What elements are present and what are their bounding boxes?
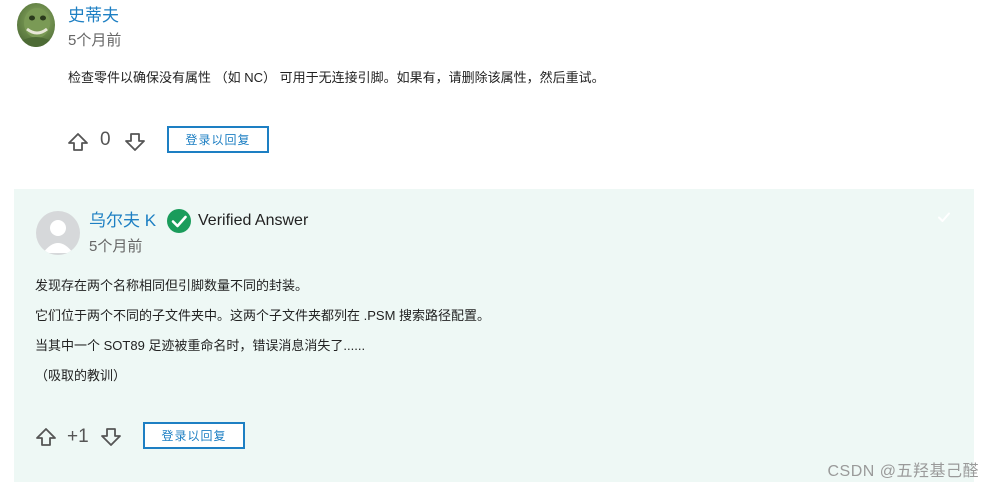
comment-body: 检查零件以确保没有属性 （如 NC） 可用于无连接引脚。如果有，请删除该属性，然… [68,70,605,85]
upvote-button[interactable] [34,425,58,449]
answer-line: （吸取的教训） [35,368,127,383]
comment-post-steve: 史蒂夫 5个月前 检查零件以确保没有属性 （如 NC） 可用于无连接引脚。如果有… [0,0,983,178]
downvote-arrow-icon [101,428,121,446]
avatar[interactable] [17,3,55,47]
upvote-button[interactable] [66,130,90,154]
verified-answer-post: 乌尔夫 K Verified Answer 5个月前 发现存在两个名称相同但引脚… [14,189,974,482]
post-time: 5个月前 [68,32,122,49]
post-time: 5个月前 [89,238,143,255]
answer-line: 当其中一个 SOT89 足迹被重命名时，错误消息消失了...... [35,338,366,353]
login-to-reply-button[interactable]: 登录以回复 [143,422,245,449]
vote-count: 0 [100,129,111,150]
author-name[interactable]: 乌尔夫 K [89,210,156,232]
author-name[interactable]: 史蒂夫 [68,5,119,27]
vote-count: +1 [67,426,89,447]
verified-answer-label: Verified Answer [198,212,309,229]
avatar[interactable] [36,211,80,255]
corner-check-icon[interactable] [936,209,952,225]
upvote-arrow-icon [68,133,88,151]
watermark: CSDN @五羟基己醛 [827,463,979,480]
upvote-arrow-icon [36,428,56,446]
default-avatar-icon [43,220,73,253]
verified-check-icon [167,209,191,233]
downvote-button[interactable] [99,425,123,449]
answer-line: 它们位于两个不同的子文件夹中。这两个子文件夹都列在 .PSM 搜索路径配置。 [35,308,491,323]
downvote-arrow-icon [125,133,145,151]
answer-line: 发现存在两个名称相同但引脚数量不同的封装。 [35,278,309,293]
login-to-reply-button[interactable]: 登录以回复 [167,126,269,153]
downvote-button[interactable] [123,130,147,154]
